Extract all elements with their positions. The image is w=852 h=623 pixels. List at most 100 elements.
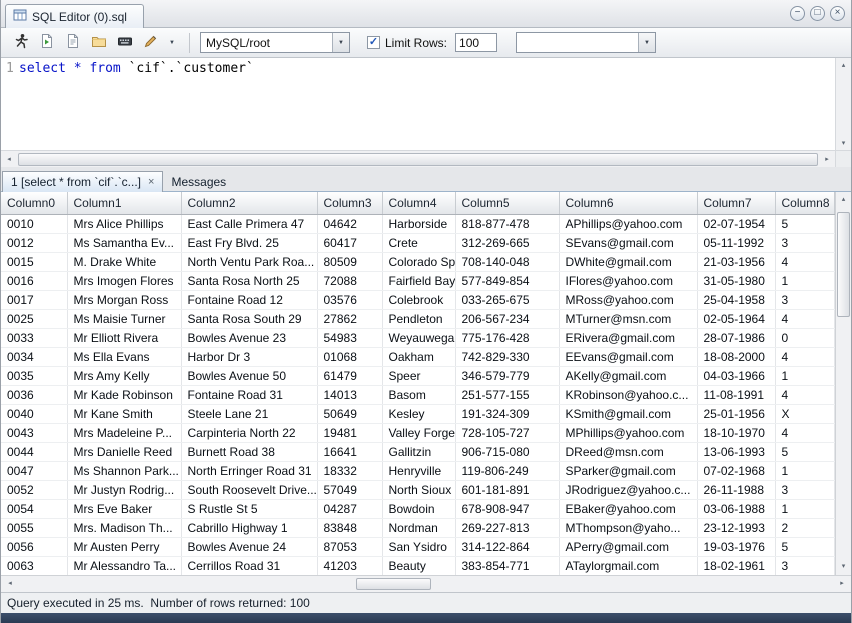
cell[interactable]: 23-12-1993 <box>697 518 775 537</box>
cell[interactable]: Mrs Amy Kelly <box>67 366 181 385</box>
table-row[interactable]: 0034Ms Ella EvansHarbor Dr 301068Oakham7… <box>1 347 835 366</box>
cell[interactable]: 0052 <box>1 480 67 499</box>
column-header[interactable]: Column2 <box>181 192 317 214</box>
cell[interactable]: Cabrillo Highway 1 <box>181 518 317 537</box>
cell[interactable]: Cerrillos Road 31 <box>181 556 317 575</box>
cell[interactable]: 5 <box>775 442 835 461</box>
scrollbar-thumb[interactable] <box>356 578 431 590</box>
keyboard-button[interactable] <box>113 31 136 55</box>
cell[interactable]: Mr Elliott Rivera <box>67 328 181 347</box>
cell[interactable]: 0016 <box>1 271 67 290</box>
cell[interactable]: Bowles Avenue 50 <box>181 366 317 385</box>
column-header[interactable]: Column8 <box>775 192 835 214</box>
cell[interactable]: 0015 <box>1 252 67 271</box>
cell[interactable]: Pendleton <box>382 309 455 328</box>
cell[interactable]: 3 <box>775 480 835 499</box>
scroll-right-icon[interactable]: ▸ <box>834 576 850 592</box>
cell[interactable]: 0 <box>775 328 835 347</box>
cell[interactable]: North Erringer Road 31 <box>181 461 317 480</box>
column-header[interactable]: Column5 <box>455 192 559 214</box>
cell[interactable]: 05-11-1992 <box>697 233 775 252</box>
cell[interactable]: 033-265-675 <box>455 290 559 309</box>
cell[interactable]: 19481 <box>317 423 382 442</box>
cell[interactable]: 0012 <box>1 233 67 252</box>
cell[interactable]: 0044 <box>1 442 67 461</box>
sql-history-button[interactable] <box>87 31 110 55</box>
cell[interactable]: 206-567-234 <box>455 309 559 328</box>
cell[interactable]: Santa Rosa South 29 <box>181 309 317 328</box>
cell[interactable]: Ms Samantha Ev... <box>67 233 181 252</box>
cell[interactable]: North Sioux ... <box>382 480 455 499</box>
cell[interactable]: 0035 <box>1 366 67 385</box>
cell[interactable]: 04642 <box>317 214 382 233</box>
grid-horizontal-scrollbar[interactable]: ◂ ▸ <box>1 575 851 592</box>
cell[interactable]: JRodriguez@yahoo.c... <box>559 480 697 499</box>
cell[interactable]: 269-227-813 <box>455 518 559 537</box>
cell[interactable]: 03576 <box>317 290 382 309</box>
cell[interactable]: 4 <box>775 347 835 366</box>
table-row[interactable]: 0025Ms Maisie TurnerSanta Rosa South 29 2… <box>1 309 835 328</box>
cell[interactable]: Beauty <box>382 556 455 575</box>
cell[interactable]: Bowles Avenue 24 <box>181 537 317 556</box>
limit-rows-checkbox[interactable]: ✓ Limit Rows: <box>367 36 447 50</box>
cell[interactable]: Valley Forge <box>382 423 455 442</box>
cell[interactable]: M. Drake White <box>67 252 181 271</box>
cell[interactable]: 3 <box>775 556 835 575</box>
cell[interactable]: Ms Shannon Park... <box>67 461 181 480</box>
scroll-left-icon[interactable]: ◂ <box>2 576 18 592</box>
cell[interactable]: 03-06-1988 <box>697 499 775 518</box>
cell[interactable]: DReed@msn.com <box>559 442 697 461</box>
cell[interactable]: Mrs Alice Phillips <box>67 214 181 233</box>
cell[interactable]: 5 <box>775 537 835 556</box>
cell[interactable]: 60417 <box>317 233 382 252</box>
cell[interactable]: Mr Justyn Rodrig... <box>67 480 181 499</box>
cell[interactable]: 0043 <box>1 423 67 442</box>
cell[interactable]: 26-11-1988 <box>697 480 775 499</box>
cell[interactable]: Ms Maisie Turner <box>67 309 181 328</box>
toolbar-overflow-button[interactable]: ▼ <box>165 31 179 55</box>
cell[interactable]: North Ventu Park Roa... <box>181 252 317 271</box>
cell[interactable]: Crete <box>382 233 455 252</box>
cell[interactable]: 0025 <box>1 309 67 328</box>
cell[interactable]: EBaker@yahoo.com <box>559 499 697 518</box>
minimize-window-button[interactable]: − <box>790 6 805 21</box>
column-header[interactable]: Column6 <box>559 192 697 214</box>
cell[interactable]: 83848 <box>317 518 382 537</box>
cell[interactable]: Basom <box>382 385 455 404</box>
cell[interactable]: South Roosevelt Drive... <box>181 480 317 499</box>
table-row[interactable]: 0063Mr Alessandro Ta...Cerrillos Road 31… <box>1 556 835 575</box>
cell[interactable]: X <box>775 404 835 423</box>
cell[interactable]: 50649 <box>317 404 382 423</box>
cell[interactable]: ERivera@gmail.com <box>559 328 697 347</box>
cell[interactable]: 1 <box>775 271 835 290</box>
cell[interactable]: APhillips@yahoo.com <box>559 214 697 233</box>
scrollbar-thumb[interactable] <box>837 212 850 317</box>
scroll-down-icon[interactable]: ▾ <box>842 139 846 147</box>
cell[interactable]: 18-10-1970 <box>697 423 775 442</box>
editor-horizontal-scrollbar[interactable]: ◂ ▸ <box>1 150 835 167</box>
cell[interactable]: 5 <box>775 214 835 233</box>
scroll-right-icon[interactable]: ▸ <box>819 155 835 163</box>
cell[interactable]: 14013 <box>317 385 382 404</box>
cell[interactable]: 1 <box>775 499 835 518</box>
cell[interactable]: 16641 <box>317 442 382 461</box>
cell[interactable]: 3 <box>775 290 835 309</box>
cell[interactable]: East Fry Blvd. 25 <box>181 233 317 252</box>
column-header[interactable]: Column1 <box>67 192 181 214</box>
cell[interactable]: Bowles Avenue 23 <box>181 328 317 347</box>
cell[interactable]: 21-03-1956 <box>697 252 775 271</box>
cell[interactable]: 31-05-1980 <box>697 271 775 290</box>
cell[interactable]: MThompson@yaho... <box>559 518 697 537</box>
cell[interactable]: 72088 <box>317 271 382 290</box>
cell[interactable]: 18-02-1961 <box>697 556 775 575</box>
cell[interactable]: 25-04-1958 <box>697 290 775 309</box>
table-row[interactable]: 0012Ms Samantha Ev...East Fry Blvd. 2560… <box>1 233 835 252</box>
cell[interactable]: 0036 <box>1 385 67 404</box>
cell[interactable]: KRobinson@yahoo.c... <box>559 385 697 404</box>
scroll-down-icon[interactable]: ▾ <box>836 560 851 574</box>
cell[interactable]: 314-122-864 <box>455 537 559 556</box>
cell[interactable]: MRoss@yahoo.com <box>559 290 697 309</box>
cell[interactable]: 87053 <box>317 537 382 556</box>
edit-button[interactable] <box>139 31 162 55</box>
cell[interactable]: Steele Lane 21 <box>181 404 317 423</box>
